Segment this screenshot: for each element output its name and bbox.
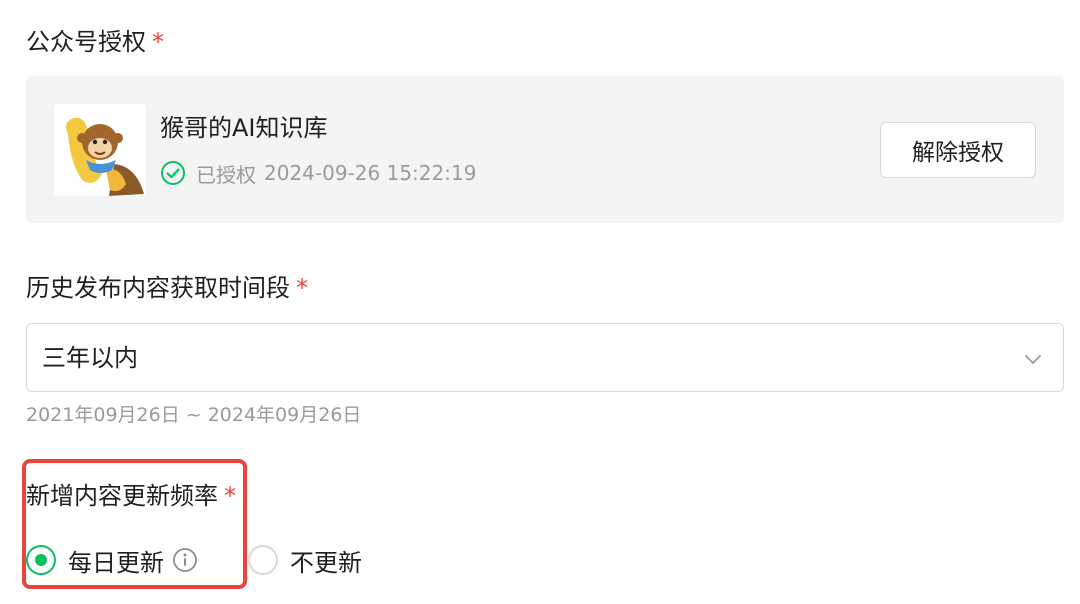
monkey-avatar-icon [54,104,146,196]
authorization-label: 公众号授权 * [26,26,164,58]
chevron-down-icon [1025,355,1041,364]
authorization-time: 2024-09-26 15:22:19 [264,161,477,185]
authorization-label-text: 公众号授权 [26,28,146,56]
info-icon[interactable] [172,547,198,573]
radio-option-daily[interactable]: 每日更新 [26,542,198,578]
radio-label-none: 不更新 [290,548,362,577]
account-name: 猴哥的AI知识库 [160,114,328,142]
account-avatar [54,104,146,196]
revoke-authorization-button[interactable]: 解除授权 [880,122,1036,178]
history-range-label: 历史发布内容获取时间段 * [26,272,308,304]
update-frequency-label: 新增内容更新频率 * [26,480,236,512]
history-range-label-text: 历史发布内容获取时间段 [26,274,290,302]
authorization-status-text: 已授权 [196,162,256,187]
required-mark: * [296,274,308,302]
radio-button-daily[interactable] [26,545,56,575]
radio-button-none[interactable] [248,545,278,575]
history-range-hint: 2021年09月26日 ~ 2024年09月26日 [26,404,362,426]
radio-label-daily: 每日更新 [68,548,164,577]
check-circle-icon [161,161,185,185]
history-range-selected-value: 三年以内 [42,344,138,372]
authorization-card: 猴哥的AI知识库 已授权 2024-09-26 15:22:19 解除授权 [26,76,1064,223]
required-mark: * [224,482,236,510]
history-range-select[interactable]: 三年以内 [26,323,1064,392]
authorization-status: 已授权 2024-09-26 15:22:19 [160,158,476,188]
required-mark: * [152,28,164,56]
radio-option-none[interactable]: 不更新 [248,542,362,578]
update-frequency-label-text: 新增内容更新频率 [26,482,218,510]
